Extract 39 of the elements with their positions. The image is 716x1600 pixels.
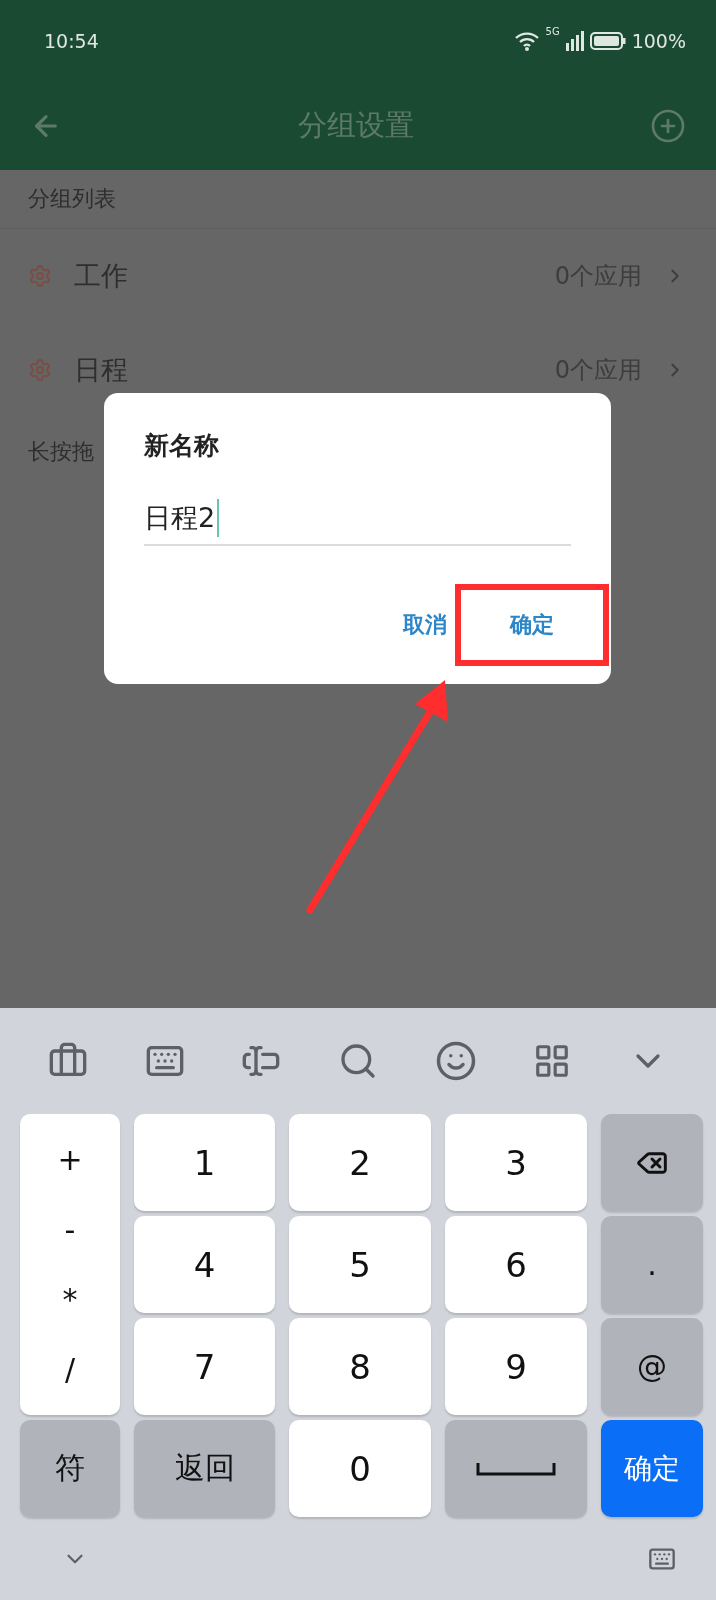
dialog-title: 新名称: [144, 430, 220, 462]
cancel-button[interactable]: 取消: [403, 604, 447, 646]
gear-icon: [28, 264, 52, 288]
symbol-key[interactable]: -: [64, 1211, 76, 1247]
keyboard-key[interactable]: 2: [289, 1114, 431, 1211]
network-label: 5G: [545, 26, 560, 37]
space-key[interactable]: [445, 1420, 587, 1517]
keyboard-key[interactable]: 返回: [134, 1420, 275, 1517]
name-input-field[interactable]: 日程2: [144, 492, 571, 546]
status-time: 10:54: [44, 30, 99, 52]
add-icon[interactable]: [650, 108, 686, 144]
keyboard-key[interactable]: 4: [134, 1216, 275, 1313]
signal-icon: [565, 31, 584, 51]
keyboard-key[interactable]: 8: [289, 1318, 431, 1415]
keyboard-key[interactable]: 6: [445, 1216, 587, 1313]
section-header: 分组列表: [28, 185, 116, 213]
hint-text: 长按拖: [28, 439, 94, 464]
confirm-button[interactable]: 确定: [510, 604, 554, 646]
keyboard-key[interactable]: 9: [445, 1318, 587, 1415]
keyboard-key[interactable]: 5: [289, 1216, 431, 1313]
backspace-key[interactable]: [601, 1114, 703, 1211]
smiley-icon[interactable]: [434, 1040, 477, 1082]
enter-key[interactable]: 确定: [601, 1420, 703, 1517]
keyboard-key[interactable]: @: [601, 1318, 703, 1415]
keyboard-key[interactable]: 符: [20, 1420, 120, 1517]
page-title: 分组设置: [298, 107, 414, 144]
wifi-icon: [513, 30, 540, 52]
symbol-key[interactable]: /: [64, 1352, 76, 1388]
symbol-key[interactable]: *: [62, 1282, 78, 1318]
keyboard-key[interactable]: 7: [134, 1318, 275, 1415]
space-bar-icon: [476, 1460, 556, 1477]
keyboard-key[interactable]: .: [601, 1216, 703, 1313]
keyboard-key[interactable]: 0: [289, 1420, 431, 1517]
keyboard-key[interactable]: 1: [134, 1114, 275, 1211]
battery-level: 100%: [631, 30, 686, 52]
gear-icon: [28, 358, 52, 382]
keyboard-key[interactable]: 3: [445, 1114, 587, 1211]
battery-icon: [589, 32, 626, 50]
symbol-key[interactable]: +: [57, 1141, 83, 1177]
